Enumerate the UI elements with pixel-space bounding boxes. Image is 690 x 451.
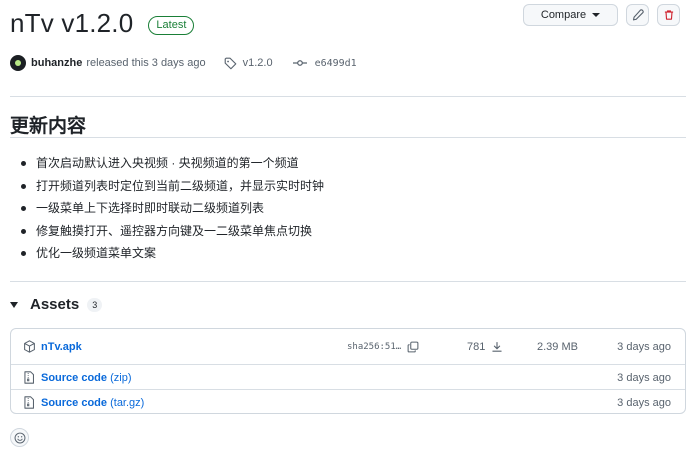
released-text: released this 3 days ago	[86, 57, 206, 69]
list-item: 优化一级频道菜单文案	[20, 242, 324, 265]
release-title: nTv v1.2.0	[10, 8, 134, 38]
compare-label: Compare	[540, 9, 587, 21]
heading-underline	[10, 137, 686, 138]
reaction-button[interactable]	[10, 428, 29, 447]
delete-button[interactable]	[657, 4, 680, 26]
list-item: 一级菜单上下选择时即时联动二级频道列表	[20, 197, 324, 220]
avatar[interactable]	[10, 55, 26, 71]
author-link[interactable]: buhanzhe	[31, 57, 82, 69]
asset-link[interactable]: nTv.apk	[41, 341, 82, 353]
list-item: 修复触摸打开、遥控器方向键及一二级菜单焦点切换	[20, 220, 324, 243]
triangle-down-icon	[10, 301, 18, 308]
list-item: 首次启动默认进入央视频 · 央视频道的第一个频道	[20, 152, 324, 175]
tag-link[interactable]: v1.2.0	[224, 57, 273, 70]
trash-icon	[664, 10, 673, 20]
commit-link[interactable]: e6499d1	[292, 57, 357, 69]
file-zip-icon	[24, 371, 34, 384]
asset-link[interactable]: Source code (tar.gz)	[41, 397, 144, 409]
asset-size: 2.39 MB	[537, 340, 578, 353]
release-actions: Compare	[523, 4, 680, 26]
file-zip-icon	[24, 396, 34, 409]
asset-row: Source code (zip) 3 days ago	[11, 365, 685, 390]
asset-row: nTv.apk sha256:51… 781 2.39 MB 3 days ag…	[11, 334, 685, 359]
asset-date: 3 days ago	[617, 371, 671, 384]
divider	[10, 281, 686, 282]
asset-link[interactable]: Source code (zip)	[41, 372, 131, 384]
divider	[10, 96, 686, 97]
assets-title: Assets	[30, 296, 80, 313]
asset-sha: sha256:51…	[347, 341, 402, 352]
package-icon	[24, 340, 35, 353]
assets-toggle[interactable]: Assets 3	[10, 296, 103, 313]
asset-row: Source code (tar.gz) 3 days ago	[11, 390, 685, 415]
commit-sha: e6499d1	[314, 57, 357, 69]
compare-button[interactable]: Compare	[523, 4, 618, 26]
release-meta: buhanzhe released this 3 days ago v1.2.0…	[10, 55, 357, 71]
latest-badge: Latest	[148, 15, 195, 35]
pencil-icon	[632, 9, 644, 21]
asset-date: 3 days ago	[617, 340, 671, 353]
asset-date: 3 days ago	[617, 396, 671, 409]
copy-icon[interactable]	[407, 341, 419, 353]
smiley-icon	[14, 432, 25, 443]
list-item: 打开频道列表时定位到当前二级频道，并显示实时时钟	[20, 175, 324, 198]
assets-count: 3	[87, 297, 103, 312]
notes-heading: 更新内容	[10, 116, 87, 137]
notes-list: 首次启动默认进入央视频 · 央视频道的第一个频道 打开频道列表时定位到当前二级频…	[20, 152, 324, 265]
git-commit-icon	[292, 60, 307, 66]
release-header: nTv v1.2.0 Latest	[10, 8, 195, 39]
download-icon	[492, 341, 503, 352]
download-count: 781	[467, 341, 503, 353]
tag-icon	[224, 57, 236, 69]
assets-list: nTv.apk sha256:51… 781 2.39 MB 3 days ag…	[10, 328, 686, 414]
tag-name: v1.2.0	[242, 57, 273, 69]
chevron-down-icon	[592, 13, 601, 17]
edit-button[interactable]	[626, 4, 649, 26]
